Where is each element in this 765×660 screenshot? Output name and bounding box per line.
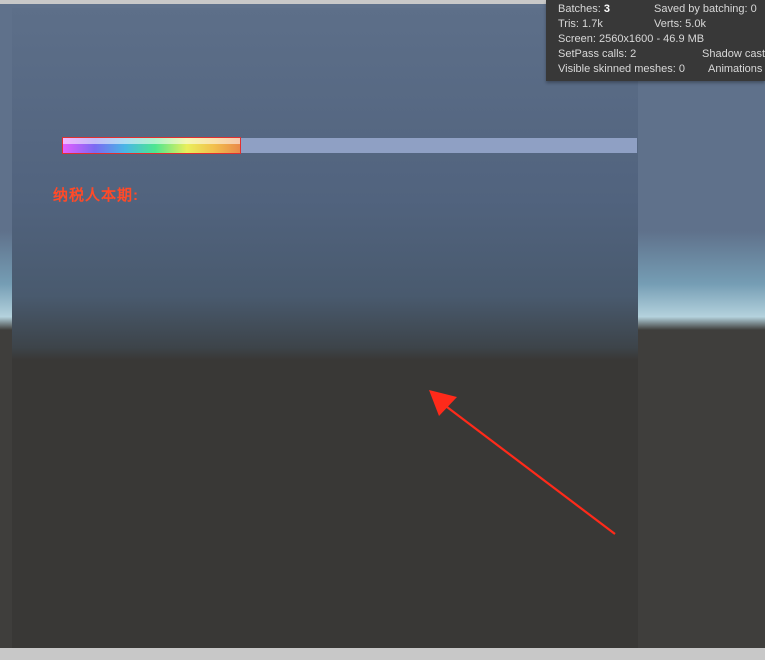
stats-screen: Screen: 2560x1600 - 46.9 MB [558,32,704,47]
taxpayer-label: 纳税人本期: [53,184,139,205]
stats-row-batches: Batches: 3 Saved by batching: 0 [558,2,765,17]
annotation-arrow-icon [429,390,619,538]
stats-verts: Verts: 5.0k [654,17,706,32]
progress-bar-fill[interactable] [62,137,241,154]
bottom-border [0,648,765,660]
stats-overlay[interactable]: Batches: 3 Saved by batching: 0 Tris: 1.… [546,0,765,81]
stats-batches-label: Batches: [558,3,601,15]
stats-meshes: Visible skinned meshes: 0 [558,62,708,77]
stats-row-meshes: Visible skinned meshes: 0 Animations [558,62,765,77]
stats-saved-batching: Saved by batching: 0 [654,2,757,17]
stats-animations: Animations [708,62,762,77]
stats-row-tris: Tris: 1.7k Verts: 5.0k [558,17,765,32]
stats-batches-value: 3 [604,3,610,15]
stats-shadow: Shadow cast [702,47,765,62]
stats-row-screen: Screen: 2560x1600 - 46.9 MB [558,32,765,47]
stats-row-setpass: SetPass calls: 2 Shadow cast [558,47,765,62]
game-view-panel[interactable]: 纳税人本期: [12,8,638,648]
stats-setpass: SetPass calls: 2 [558,47,702,62]
stats-tris: Tris: 1.7k [558,17,654,32]
